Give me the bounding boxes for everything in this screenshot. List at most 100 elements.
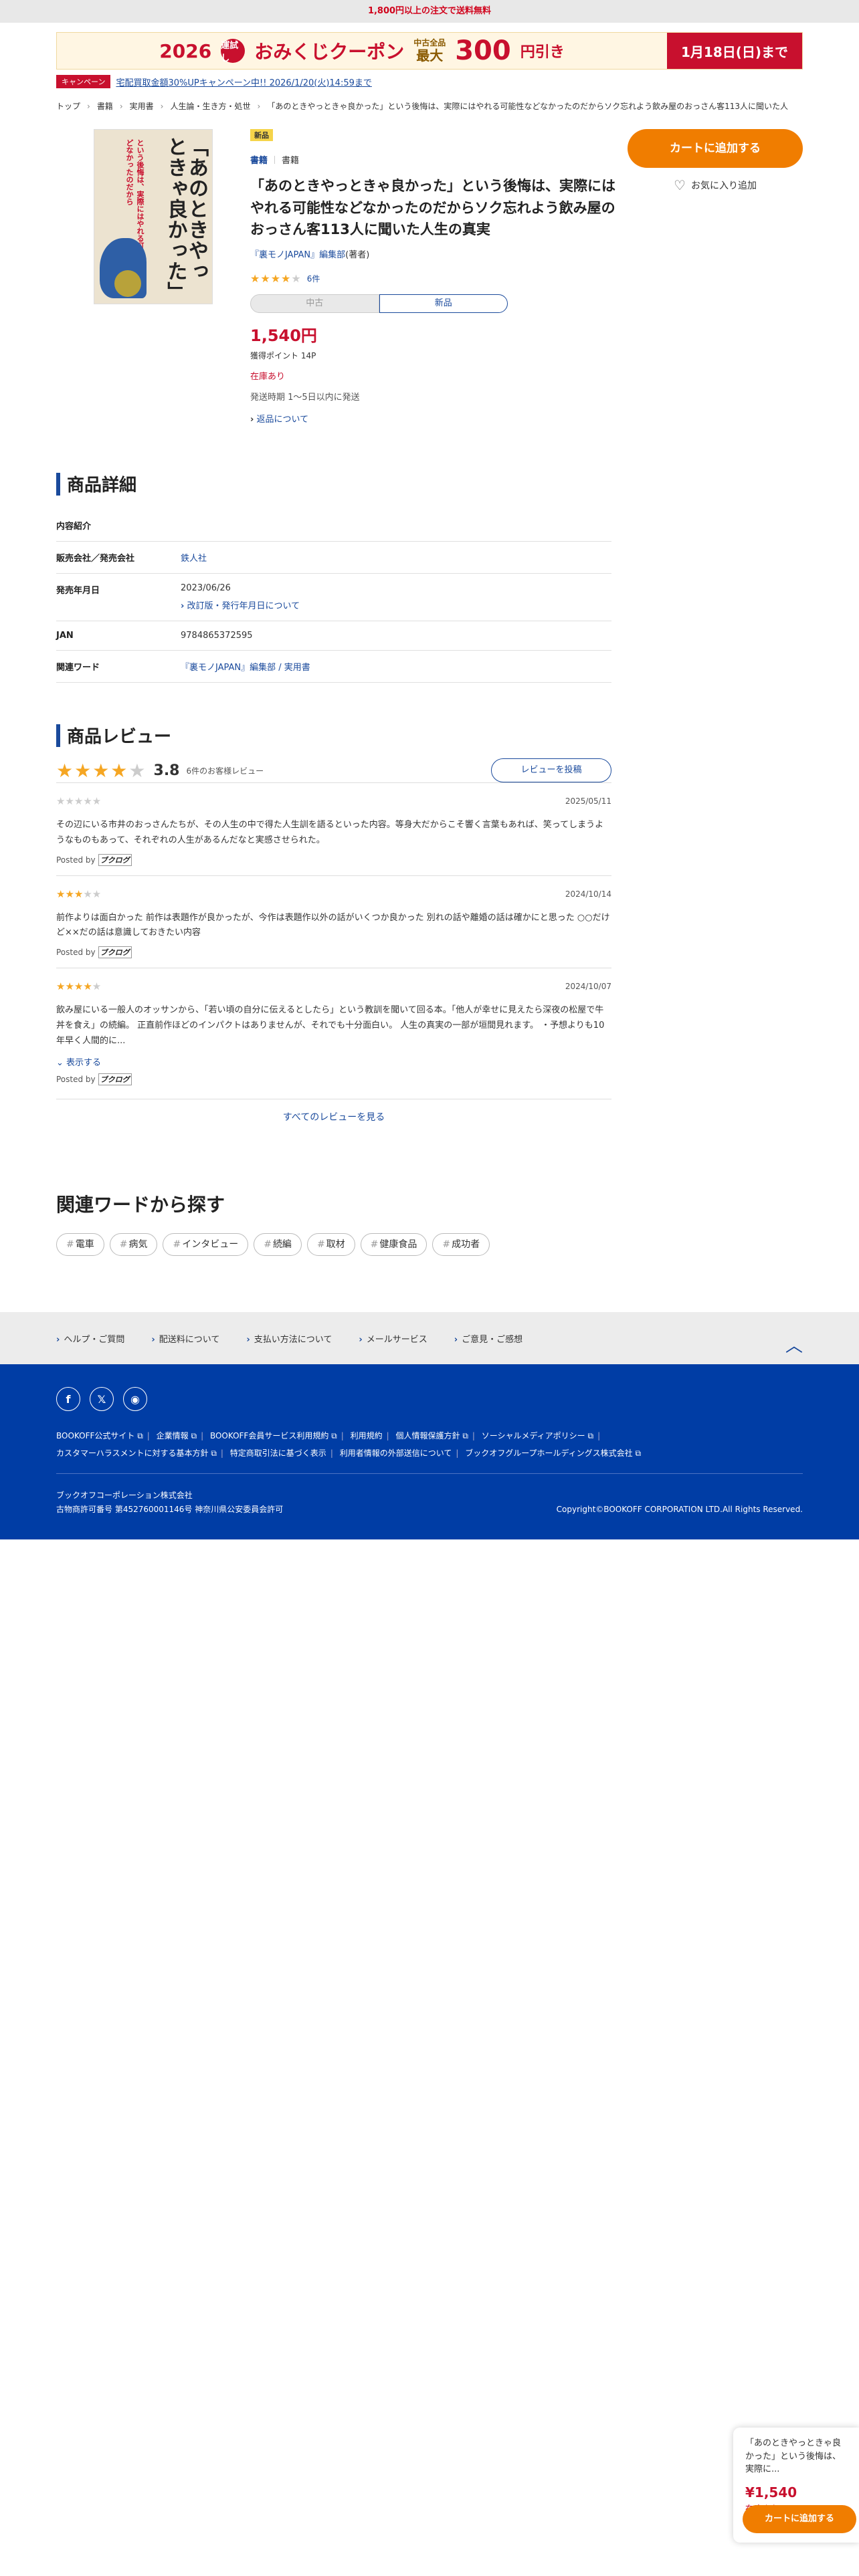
floating-title: 「あのときやっときゃ良かった」という後悔は、実際に...: [745, 2438, 842, 2474]
detail-row-jan: JAN 9784865372595: [56, 621, 611, 651]
breadcrumb-books[interactable]: 書籍: [97, 100, 113, 112]
floating-price: ¥1,540: [745, 2484, 797, 2500]
product-details: 商品詳細 内容紹介 販売会社／発売会社 鉄人社 発売年月日 2023/06/26 ›…: [56, 471, 611, 683]
help-link[interactable]: › ヘルプ・ご質問: [56, 1332, 124, 1345]
product-title: 「あのときやっときゃ良かった」という後悔は、実際にはやれる可能性などなかったのだ…: [250, 178, 615, 238]
expand-review-button[interactable]: ⌄ 表示する: [56, 1055, 611, 1068]
promo-year: 2026: [159, 39, 212, 62]
chevron-right-icon: ›: [250, 414, 254, 425]
promo-date: 1月18日(日)まで: [667, 33, 802, 69]
facebook-icon[interactable]: f: [56, 1387, 80, 1411]
keyword-chip[interactable]: # 電車: [56, 1233, 104, 1257]
review-count-link[interactable]: 6件: [307, 273, 320, 284]
footer-link[interactable]: 企業情報: [157, 1431, 189, 1440]
related-keywords: 関連ワードから探す # 電車 # 病気 # インタビュー # 続編 # 取材 # 健康食品 …: [56, 1190, 803, 1257]
breadcrumb-practical[interactable]: 実用書: [130, 100, 154, 112]
review-date: 2024/10/14: [565, 889, 611, 899]
shipping-time: 発送時期 1～5日以内に発送: [250, 392, 360, 403]
copyright: Copyright©BOOKOFF CORPORATION LTD.All Ri…: [556, 1505, 803, 1515]
floating-add-to-cart-button[interactable]: カートに追加する: [743, 2505, 856, 2533]
promo-coupon-label: おみくじクーポン: [254, 41, 405, 63]
campaign-link[interactable]: 宅配買取金額30%UPキャンペーン中!! 2026/1/20(火)14:59まで: [116, 76, 371, 88]
revision-info-link[interactable]: 改訂版・発行年月日について: [187, 601, 300, 611]
review-stars: ★★★★★: [56, 887, 102, 900]
author: 『裏モノJAPAN』編集部(著者): [250, 249, 370, 260]
help-bar: › ヘルプ・ご質問 › 配送料について › 支払い方法について › メールサービス › ご…: [0, 1312, 859, 1364]
post-review-button[interactable]: レビューを投稿: [491, 758, 611, 782]
payment-link[interactable]: › 支払い方法について: [246, 1332, 332, 1345]
keyword-chip[interactable]: # インタビュー: [163, 1233, 249, 1257]
reviews-heading: 商品レビュー: [67, 727, 172, 747]
review-total: 6件のお客様レビュー: [186, 766, 264, 776]
heart-icon: ♡: [674, 177, 686, 193]
footer-link[interactable]: 利用者情報の外部送信について: [340, 1448, 452, 1458]
used-option[interactable]: 中古: [250, 294, 379, 313]
review-stars: ★★★★★: [56, 795, 102, 807]
keyword-link[interactable]: 『裏モノJAPAN』編集部 / 実用書: [181, 663, 310, 673]
mail-service-link[interactable]: › メールサービス: [359, 1332, 427, 1345]
x-icon[interactable]: 𝕏: [90, 1387, 114, 1411]
detail-row-keywords: 関連ワード 『裏モノJAPAN』編集部 / 実用書: [56, 650, 611, 683]
review-body: 前作よりは面白かった 前作は表題作が良かったが、今作は表題作以外の話がいくつか良…: [56, 912, 610, 938]
campaign-row: キャンペーン 宅配買取金額30%UPキャンペーン中!! 2026/1/20(火)…: [56, 75, 803, 88]
promo-stamp: 運試し: [221, 39, 246, 64]
footer-link[interactable]: BOOKOFF公式サイト: [56, 1431, 134, 1440]
promo-small-text: 中古全品 最大: [413, 38, 446, 64]
review-date: 2024/10/07: [565, 982, 611, 991]
footer-link[interactable]: 個人情報保護方針: [395, 1431, 460, 1440]
product-section: 「あのときやっときゃ良かった」 という後悔は、実際にはやれる可能性などなかったの…: [56, 129, 803, 450]
add-to-cart-button[interactable]: カートに追加する: [628, 129, 803, 168]
detail-row-publisher: 販売会社／発売会社 鉄人社: [56, 541, 611, 574]
average-stars: ★★★★★: [56, 759, 147, 782]
category-link[interactable]: 書籍: [250, 153, 268, 166]
new-badge: 新品: [250, 129, 273, 141]
footer-link[interactable]: ソーシャルメディアポリシー: [482, 1431, 585, 1440]
breadcrumb-top[interactable]: トップ: [56, 100, 80, 112]
cover-title: 「あのときやっときゃ良かった」: [163, 136, 209, 302]
keyword-chip[interactable]: # 取材: [306, 1233, 355, 1257]
footer-link[interactable]: 利用規約: [351, 1431, 383, 1440]
omikuji-coupon-banner[interactable]: 2026 運試し おみくじクーポン 中古全品 最大 300 円引き 1月18日(日…: [56, 32, 803, 70]
rating-stars: ★★★★★: [250, 272, 302, 285]
keyword-chip[interactable]: # 成功者: [432, 1233, 490, 1257]
keyword-chip[interactable]: # 続編: [254, 1233, 302, 1257]
keyword-chip[interactable]: # 病気: [109, 1233, 158, 1257]
campaign-badge: キャンペーン: [56, 75, 111, 88]
booklog-logo: ブクログ: [98, 1073, 132, 1086]
details-heading: 商品詳細: [67, 475, 137, 496]
promo-amount: 300: [455, 35, 511, 66]
breadcrumb-current: 「あのときやっときゃ良かった」という後悔は、実際にはやれる可能性などなかったのだ…: [267, 102, 788, 111]
footer-link[interactable]: ブックオフグループホールディングス株式会社: [465, 1448, 632, 1458]
footer-link[interactable]: カスタマーハラスメントに対する基本方針: [56, 1448, 209, 1458]
company-name: ブックオフコーポレーション株式会社: [56, 1490, 193, 1500]
footer-link[interactable]: 特定商取引法に基づく表示: [230, 1448, 326, 1458]
product-type: 書籍: [282, 156, 300, 166]
breadcrumb-life[interactable]: 人生論・生き方・処世: [170, 100, 250, 112]
review-item: ★★★★★ 2024/10/14 前作よりは面白かった 前作は表題作が良かったが…: [56, 875, 611, 968]
rating-row: ★★★★★ 6件: [250, 272, 625, 285]
floating-cart-card: 「あのときやっときゃ良かった」という後悔は、実際に... ¥1,540 在庫あり…: [733, 2428, 859, 2543]
review-item: ★★★★★ 2024/10/07 飲み屋にいる一般人のオッサンから、「若い頃の自…: [56, 968, 611, 1095]
new-option[interactable]: 新品: [379, 294, 508, 313]
points: 獲得ポイント 14P: [250, 350, 316, 360]
chevron-down-icon: ⌄: [56, 1058, 64, 1069]
review-body: 飲み屋にいる一般人のオッサンから、「若い頃の自分に伝えるとしたら」という教訓を聞…: [56, 1005, 605, 1046]
footer-link[interactable]: BOOKOFF会員サービス利用規約: [210, 1431, 328, 1440]
keyword-chip[interactable]: # 健康食品: [360, 1233, 427, 1257]
related-heading: 関連ワードから探す: [56, 1194, 225, 1216]
feedback-link[interactable]: › ご意見・ご感想: [454, 1332, 522, 1345]
footer: f 𝕏 ◉ BOOKOFF公式サイト ⧉ | 企業情報 ⧉ | BOOKOFF会員サ…: [0, 1364, 859, 1539]
returns-link[interactable]: › 返品について: [250, 412, 625, 425]
add-favorite-button[interactable]: ♡ お気に入り追加: [628, 177, 803, 193]
publisher-link[interactable]: 鉄人社: [181, 554, 207, 564]
line-icon[interactable]: ◉: [123, 1387, 147, 1411]
price: 1,540円: [250, 326, 317, 345]
chick-illustration: [114, 270, 141, 297]
chevron-up-icon[interactable]: ︿: [785, 1332, 803, 1357]
all-reviews-link[interactable]: すべてのレビューを見る: [56, 1099, 611, 1123]
free-shipping-banner: 1,800円以上の注文で送料無料: [0, 0, 859, 23]
shipping-fee-link[interactable]: › 配送料について: [151, 1332, 219, 1345]
detail-row-release: 発売年月日 2023/06/26 › 改訂版・発行年月日について: [56, 573, 611, 621]
author-link[interactable]: 『裏モノJAPAN』編集部: [250, 250, 345, 260]
book-cover-image[interactable]: 「あのときやっときゃ良かった」 という後悔は、実際にはやれる可能性などなかったの…: [94, 129, 213, 304]
